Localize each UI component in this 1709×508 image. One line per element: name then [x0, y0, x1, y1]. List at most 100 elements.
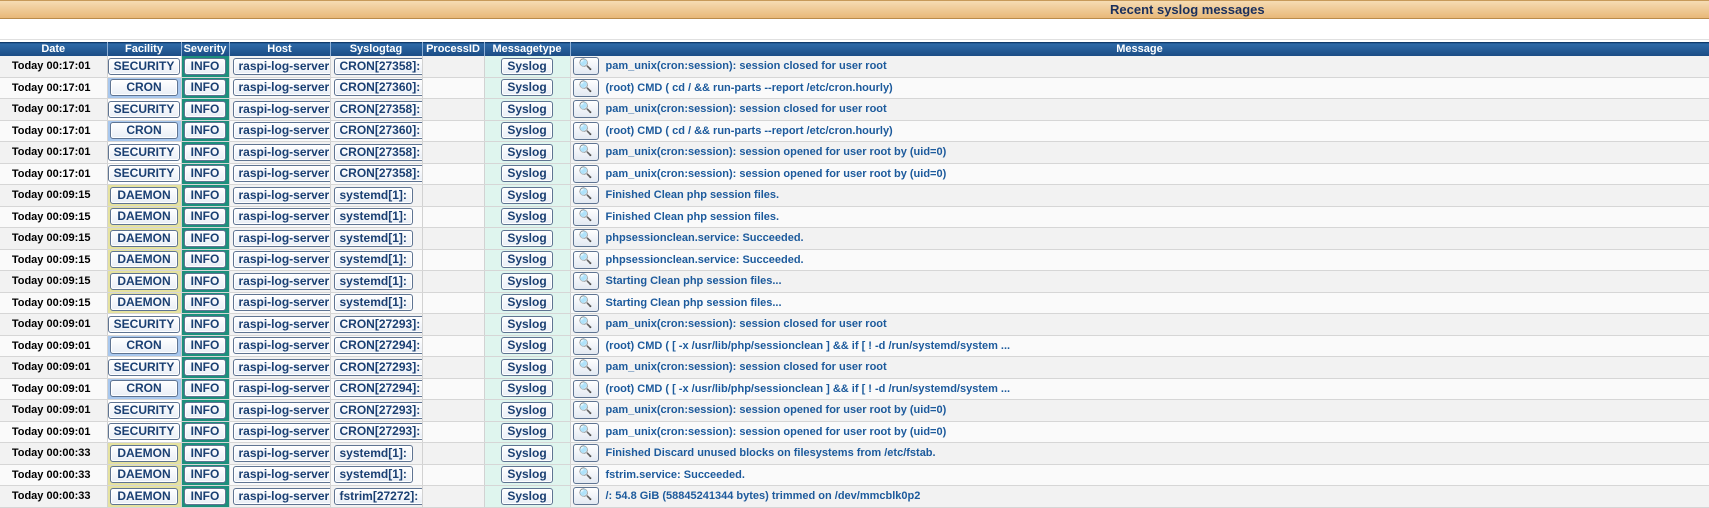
host-filter-button[interactable]: raspi-log-server — [232, 208, 329, 226]
severity-filter-button[interactable]: INFO — [184, 272, 226, 290]
row-message[interactable]: phpsessionclean.service: Succeeded. — [606, 254, 804, 266]
facility-filter-button[interactable]: SECURITY — [107, 57, 180, 75]
column-header-severity[interactable]: Severity — [181, 42, 230, 56]
host-filter-button[interactable]: raspi-log-server — [232, 380, 329, 398]
host-filter-button[interactable]: raspi-log-server — [232, 466, 329, 484]
messagetype-filter-button[interactable]: Syslog — [501, 251, 553, 269]
syslogtag-filter-button[interactable]: CRON[27358]: — [333, 100, 421, 118]
syslogtag-filter-button[interactable]: systemd[1]: — [333, 466, 413, 484]
host-filter-button[interactable]: raspi-log-server — [232, 423, 329, 441]
severity-filter-button[interactable]: INFO — [184, 401, 226, 419]
messagetype-filter-button[interactable]: Syslog — [501, 79, 553, 97]
severity-filter-button[interactable]: INFO — [184, 358, 226, 376]
messagetype-filter-button[interactable]: Syslog — [501, 423, 553, 441]
facility-filter-button[interactable]: SECURITY — [107, 165, 180, 183]
severity-filter-button[interactable]: INFO — [184, 466, 226, 484]
row-message[interactable]: /: 54.8 GiB (58845241344 bytes) trimmed … — [606, 490, 921, 502]
facility-filter-button[interactable]: DAEMON — [110, 208, 178, 226]
syslogtag-filter-button[interactable]: systemd[1]: — [333, 186, 413, 204]
magnifier-details-icon[interactable]: 🔍 — [572, 293, 599, 312]
magnifier-details-icon[interactable]: 🔍 — [572, 207, 599, 226]
magnifier-details-icon[interactable]: 🔍 — [572, 358, 599, 377]
syslogtag-filter-button[interactable]: CRON[27293]: — [333, 401, 421, 419]
syslogtag-filter-button[interactable]: CRON[27294]: — [333, 380, 421, 398]
magnifier-details-icon[interactable]: 🔍 — [572, 465, 599, 484]
magnifier-details-icon[interactable]: 🔍 — [572, 78, 599, 97]
syslogtag-filter-button[interactable]: CRON[27294]: — [333, 337, 421, 355]
facility-filter-button[interactable]: DAEMON — [110, 229, 178, 247]
messagetype-filter-button[interactable]: Syslog — [501, 186, 553, 204]
severity-filter-button[interactable]: INFO — [184, 380, 226, 398]
severity-filter-button[interactable]: INFO — [184, 57, 226, 75]
syslogtag-filter-button[interactable]: CRON[27293]: — [333, 315, 421, 333]
row-message[interactable]: (root) CMD ( [ -x /usr/lib/php/sessioncl… — [606, 340, 1011, 352]
row-message[interactable]: pam_unix(cron:session): session opened f… — [606, 404, 947, 416]
row-message[interactable]: pam_unix(cron:session): session closed f… — [606, 361, 887, 373]
syslogtag-filter-button[interactable]: CRON[27358]: — [333, 165, 421, 183]
host-filter-button[interactable]: raspi-log-server — [232, 358, 329, 376]
severity-filter-button[interactable]: INFO — [184, 294, 226, 312]
severity-filter-button[interactable]: INFO — [184, 122, 226, 140]
facility-filter-button[interactable]: CRON — [110, 380, 178, 398]
row-message[interactable]: (root) CMD ( cd / && run-parts --report … — [606, 125, 893, 137]
messagetype-filter-button[interactable]: Syslog — [501, 358, 553, 376]
magnifier-details-icon[interactable]: 🔍 — [572, 487, 599, 506]
severity-filter-button[interactable]: INFO — [184, 79, 226, 97]
magnifier-details-icon[interactable]: 🔍 — [572, 315, 599, 334]
magnifier-details-icon[interactable]: 🔍 — [572, 250, 599, 269]
row-message[interactable]: pam_unix(cron:session): session opened f… — [606, 168, 947, 180]
syslogtag-filter-button[interactable]: CRON[27360]: — [333, 122, 421, 140]
syslogtag-filter-button[interactable]: CRON[27358]: — [333, 57, 421, 75]
severity-filter-button[interactable]: INFO — [184, 444, 226, 462]
syslogtag-filter-button[interactable]: CRON[27293]: — [333, 423, 421, 441]
magnifier-details-icon[interactable]: 🔍 — [572, 186, 599, 205]
host-filter-button[interactable]: raspi-log-server — [232, 100, 329, 118]
severity-filter-button[interactable]: INFO — [184, 423, 226, 441]
row-message[interactable]: Starting Clean php session files... — [606, 275, 782, 287]
messagetype-filter-button[interactable]: Syslog — [501, 444, 553, 462]
syslogtag-filter-button[interactable]: systemd[1]: — [333, 229, 413, 247]
magnifier-details-icon[interactable]: 🔍 — [572, 379, 599, 398]
row-message[interactable]: Finished Discard unused blocks on filesy… — [606, 447, 936, 459]
syslogtag-filter-button[interactable]: fstrim[27272]: — [333, 487, 421, 505]
facility-filter-button[interactable]: SECURITY — [107, 423, 180, 441]
facility-filter-button[interactable]: CRON — [110, 122, 178, 140]
messagetype-filter-button[interactable]: Syslog — [501, 466, 553, 484]
column-header-syslogtag[interactable]: Syslogtag — [330, 42, 423, 56]
syslogtag-filter-button[interactable]: systemd[1]: — [333, 208, 413, 226]
severity-filter-button[interactable]: INFO — [184, 165, 226, 183]
facility-filter-button[interactable]: SECURITY — [107, 100, 180, 118]
host-filter-button[interactable]: raspi-log-server — [232, 294, 329, 312]
magnifier-details-icon[interactable]: 🔍 — [572, 422, 599, 441]
magnifier-details-icon[interactable]: 🔍 — [572, 57, 599, 76]
host-filter-button[interactable]: raspi-log-server — [232, 401, 329, 419]
host-filter-button[interactable]: raspi-log-server — [232, 337, 329, 355]
facility-filter-button[interactable]: SECURITY — [107, 358, 180, 376]
host-filter-button[interactable]: raspi-log-server — [232, 186, 329, 204]
host-filter-button[interactable]: raspi-log-server — [232, 229, 329, 247]
host-filter-button[interactable]: raspi-log-server — [232, 165, 329, 183]
row-message[interactable]: pam_unix(cron:session): session opened f… — [606, 146, 947, 158]
messagetype-filter-button[interactable]: Syslog — [501, 380, 553, 398]
facility-filter-button[interactable]: SECURITY — [107, 143, 180, 161]
row-message[interactable]: Finished Clean php session files. — [606, 189, 780, 201]
magnifier-details-icon[interactable]: 🔍 — [572, 229, 599, 248]
messagetype-filter-button[interactable]: Syslog — [501, 487, 553, 505]
messagetype-filter-button[interactable]: Syslog — [501, 315, 553, 333]
host-filter-button[interactable]: raspi-log-server — [232, 122, 329, 140]
magnifier-details-icon[interactable]: 🔍 — [572, 401, 599, 420]
facility-filter-button[interactable]: DAEMON — [110, 487, 178, 505]
host-filter-button[interactable]: raspi-log-server — [232, 487, 329, 505]
magnifier-details-icon[interactable]: 🔍 — [572, 444, 599, 463]
facility-filter-button[interactable]: CRON — [110, 79, 178, 97]
magnifier-details-icon[interactable]: 🔍 — [572, 100, 599, 119]
column-header-messagetype[interactable]: Messagetype — [484, 42, 571, 56]
messagetype-filter-button[interactable]: Syslog — [501, 208, 553, 226]
syslogtag-filter-button[interactable]: systemd[1]: — [333, 444, 413, 462]
magnifier-details-icon[interactable]: 🔍 — [572, 164, 599, 183]
syslogtag-filter-button[interactable]: systemd[1]: — [333, 294, 413, 312]
syslogtag-filter-button[interactable]: systemd[1]: — [333, 272, 413, 290]
row-message[interactable]: (root) CMD ( cd / && run-parts --report … — [606, 82, 893, 94]
messagetype-filter-button[interactable]: Syslog — [501, 100, 553, 118]
column-header-host[interactable]: Host — [229, 42, 331, 56]
